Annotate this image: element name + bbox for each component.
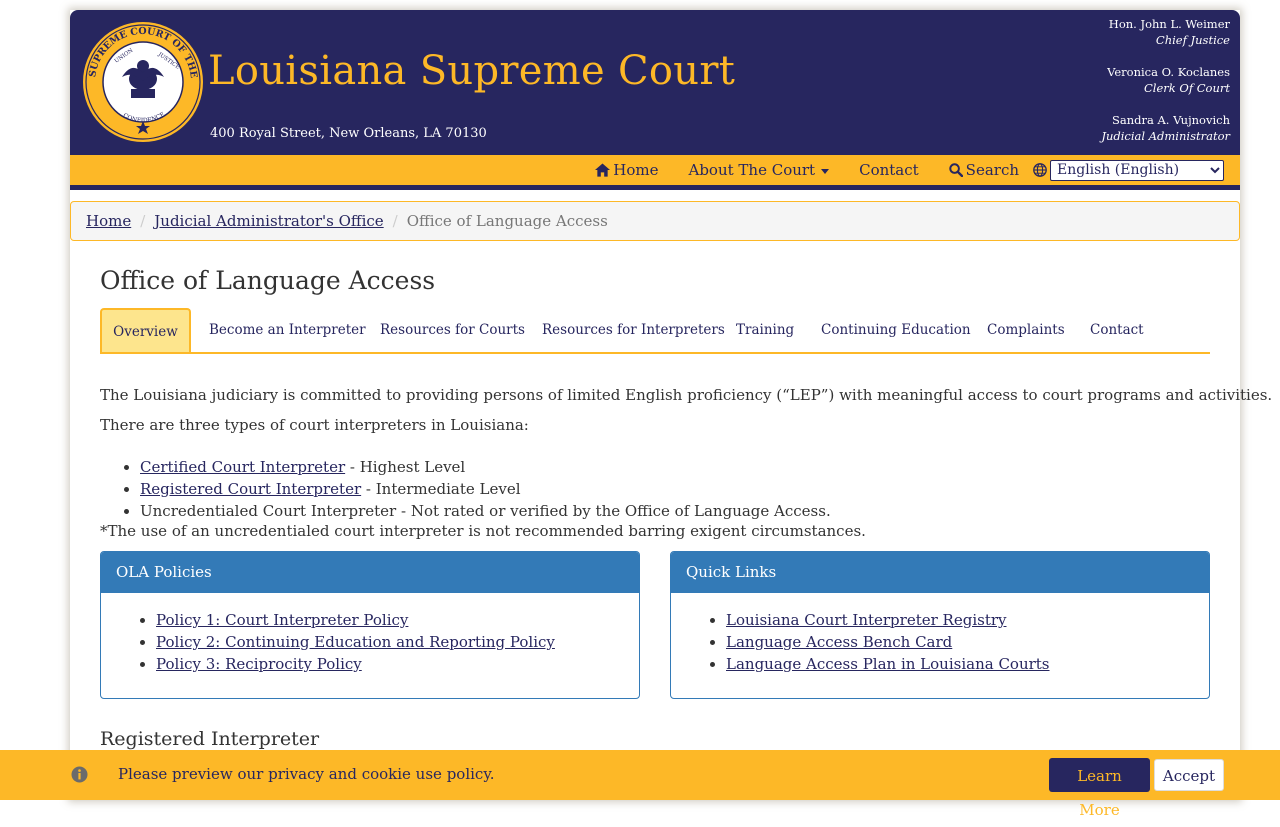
info-icon xyxy=(71,766,88,783)
interpreter-types-list: Certified Court Interpreter - Highest Le… xyxy=(140,456,831,522)
list-item: Language Access Bench Card xyxy=(726,631,1209,653)
list-item: Policy 3: Reciprocity Policy xyxy=(156,653,639,675)
search-icon xyxy=(948,163,963,177)
breadcrumb-home-link[interactable]: Home xyxy=(86,212,131,230)
quick-links-panel: Quick Links Louisiana Court Interpreter … xyxy=(670,551,1210,699)
language-select[interactable]: English (English) xyxy=(1050,159,1224,181)
tab-resources-interpreters[interactable]: Resources for Interpreters xyxy=(542,308,725,352)
language-switcher: English (English) xyxy=(1033,159,1224,181)
breadcrumb-current: Office of Language Access xyxy=(406,212,608,230)
bench-card-link[interactable]: Language Access Bench Card xyxy=(726,633,952,651)
site-title[interactable]: Louisiana Supreme Court xyxy=(208,48,735,94)
list-item: Language Access Plan in Louisiana Courts xyxy=(726,653,1209,675)
intro-paragraph: The Louisiana judiciary is committed to … xyxy=(100,386,1273,404)
breadcrumb-parent-link[interactable]: Judicial Administrator's Office xyxy=(154,212,383,230)
nav-contact[interactable]: Contact xyxy=(859,161,919,179)
official-name: Sandra A. Vujnovich xyxy=(1111,113,1230,127)
page-title: Office of Language Access xyxy=(100,266,436,295)
official-role: Judicial Administrator xyxy=(1101,129,1230,143)
accept-button[interactable]: Accept xyxy=(1154,759,1224,791)
cookie-banner: Please preview our privacy and cookie us… xyxy=(0,750,1280,819)
learn-more-button[interactable]: Learn More xyxy=(1049,758,1150,819)
nav-about-dropdown[interactable]: About The Court xyxy=(688,161,830,179)
ola-policies-panel: OLA Policies Policy 1: Court Interpreter… xyxy=(100,551,640,699)
breadcrumb: Home / Judicial Administrator's Office /… xyxy=(70,201,1240,241)
tab-resources-courts[interactable]: Resources for Courts xyxy=(380,308,525,352)
list-item: Registered Court Interpreter - Intermedi… xyxy=(140,478,831,500)
cookie-message: Please preview our privacy and cookie us… xyxy=(118,765,495,783)
panel-title: Quick Links xyxy=(671,552,1209,593)
nav-search[interactable]: Search xyxy=(948,161,1019,179)
policy-1-link[interactable]: Policy 1: Court Interpreter Policy xyxy=(156,611,408,629)
access-plan-link[interactable]: Language Access Plan in Louisiana Courts xyxy=(726,655,1050,673)
list-item-desc: - Intermediate Level xyxy=(361,480,521,498)
list-item: Louisiana Court Interpreter Registry xyxy=(726,609,1209,631)
list-item: Policy 1: Court Interpreter Policy xyxy=(156,609,639,631)
tab-contact[interactable]: Contact xyxy=(1090,308,1144,352)
tab-become-interpreter[interactable]: Become an Interpreter xyxy=(209,308,366,352)
site-header: SUPREME COURT OF THE STATE OF LOUISIANA … xyxy=(70,10,1240,155)
nav-contact-label: Contact xyxy=(859,161,919,179)
official-role: Clerk Of Court xyxy=(1144,81,1230,95)
tab-overview[interactable]: Overview xyxy=(100,308,191,352)
registry-link[interactable]: Louisiana Court Interpreter Registry xyxy=(726,611,1007,629)
home-icon xyxy=(595,163,611,177)
certified-interpreter-link[interactable]: Certified Court Interpreter xyxy=(140,458,345,476)
seal-logo[interactable]: SUPREME COURT OF THE STATE OF LOUISIANA … xyxy=(82,21,204,143)
caret-down-icon xyxy=(821,168,830,174)
nav-search-label: Search xyxy=(965,161,1019,179)
list-item: Certified Court Interpreter - Highest Le… xyxy=(140,456,831,478)
official-name: Hon. John L. Weimer xyxy=(1108,17,1230,31)
policy-3-link[interactable]: Policy 3: Reciprocity Policy xyxy=(156,655,362,673)
breadcrumb-separator: / xyxy=(392,212,398,230)
globe-icon xyxy=(1033,163,1047,177)
officials-list: Hon. John L. Weimer Chief Justice Veroni… xyxy=(1101,16,1230,144)
official-role: Chief Justice xyxy=(1155,33,1230,47)
list-item-desc: - Highest Level xyxy=(345,458,466,476)
main-navbar: Home About The Court Contact Search Engl… xyxy=(70,155,1240,190)
registered-interpreter-link[interactable]: Registered Court Interpreter xyxy=(140,480,361,498)
breadcrumb-separator: / xyxy=(140,212,146,230)
tab-training[interactable]: Training xyxy=(736,308,794,352)
tab-complaints[interactable]: Complaints xyxy=(987,308,1065,352)
court-address: 400 Royal Street, New Orleans, LA 70130 xyxy=(210,126,487,141)
list-item: Policy 2: Continuing Education and Repor… xyxy=(156,631,639,653)
section-heading: Registered Interpreter xyxy=(100,728,320,750)
nav-about-label: About The Court xyxy=(688,161,816,179)
policy-2-link[interactable]: Policy 2: Continuing Education and Repor… xyxy=(156,633,555,651)
list-item: Uncredentialed Court Interpreter - Not r… xyxy=(140,500,831,522)
nav-home-label: Home xyxy=(613,161,659,179)
panel-title: OLA Policies xyxy=(101,552,639,593)
list-item-text: Uncredentialed Court Interpreter - Not r… xyxy=(140,502,831,520)
nav-home[interactable]: Home xyxy=(595,161,658,179)
section-tabs: Overview Become an Interpreter Resources… xyxy=(100,308,1210,354)
types-intro: There are three types of court interpret… xyxy=(100,416,529,434)
panel-links: Louisiana Court Interpreter Registry Lan… xyxy=(671,609,1209,675)
official-name: Veronica O. Koclanes xyxy=(1107,65,1230,79)
uncredentialed-note: *The use of an uncredentialed court inte… xyxy=(100,522,866,540)
panel-links: Policy 1: Court Interpreter Policy Polic… xyxy=(101,609,639,675)
tab-continuing-education[interactable]: Continuing Education xyxy=(821,308,971,352)
page-container: SUPREME COURT OF THE STATE OF LOUISIANA … xyxy=(70,10,1272,800)
